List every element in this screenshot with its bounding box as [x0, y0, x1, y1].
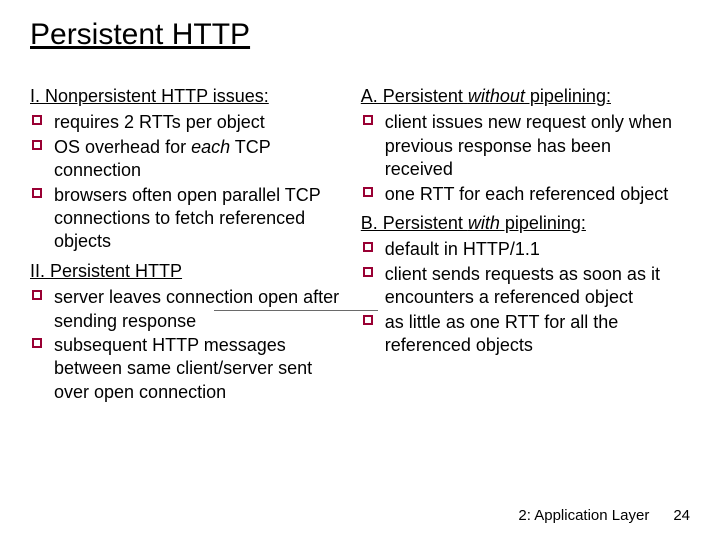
right-column: A. Persistent without pipelining: client…: [361, 85, 678, 410]
list-item: OS overhead for each TCP connection: [30, 136, 347, 183]
list-nonpersistent: requires 2 RTTs per object OS overhead f…: [30, 111, 347, 253]
content-columns: I. Nonpersistent HTTP issues: requires 2…: [30, 85, 690, 410]
heading-prefix: II.: [30, 261, 50, 281]
list-item: default in HTTP/1.1: [361, 238, 678, 261]
list-item: client sends requests as soon as it enco…: [361, 263, 678, 310]
heading-without-pipelining: A. Persistent without pipelining:: [361, 85, 611, 108]
list-without-pipelining: client issues new request only when prev…: [361, 111, 678, 206]
list-item: as little as one RTT for all the referen…: [361, 311, 678, 358]
footer-chapter: 2: Application Layer: [518, 507, 649, 524]
heading-text: Nonpersistent HTTP issues:: [45, 86, 269, 106]
list-item: subsequent HTTP messages between same cl…: [30, 334, 347, 404]
slide: Persistent HTTP I. Nonpersistent HTTP is…: [0, 0, 720, 540]
list-item: requires 2 RTTs per object: [30, 111, 347, 134]
left-column: I. Nonpersistent HTTP issues: requires 2…: [30, 85, 347, 410]
slide-footer: 2: Application Layer 24: [518, 507, 690, 524]
heading-nonpersistent: I. Nonpersistent HTTP issues:: [30, 85, 269, 108]
list-item: one RTT for each referenced object: [361, 183, 678, 206]
heading-with-pipelining: B. Persistent with pipelining:: [361, 212, 586, 235]
list-persistent: server leaves connection open after send…: [30, 286, 347, 404]
heading-text: Persistent HTTP: [50, 261, 182, 281]
heading-persistent: II. Persistent HTTP: [30, 260, 182, 283]
footer-page-number: 24: [673, 507, 690, 524]
heading-prefix: I.: [30, 86, 45, 106]
list-item: server leaves connection open after send…: [30, 286, 347, 333]
list-with-pipelining: default in HTTP/1.1 client sends request…: [361, 238, 678, 357]
list-item: client issues new request only when prev…: [361, 111, 678, 181]
list-item: browsers often open parallel TCP connect…: [30, 184, 347, 254]
slide-title: Persistent HTTP: [30, 18, 690, 51]
